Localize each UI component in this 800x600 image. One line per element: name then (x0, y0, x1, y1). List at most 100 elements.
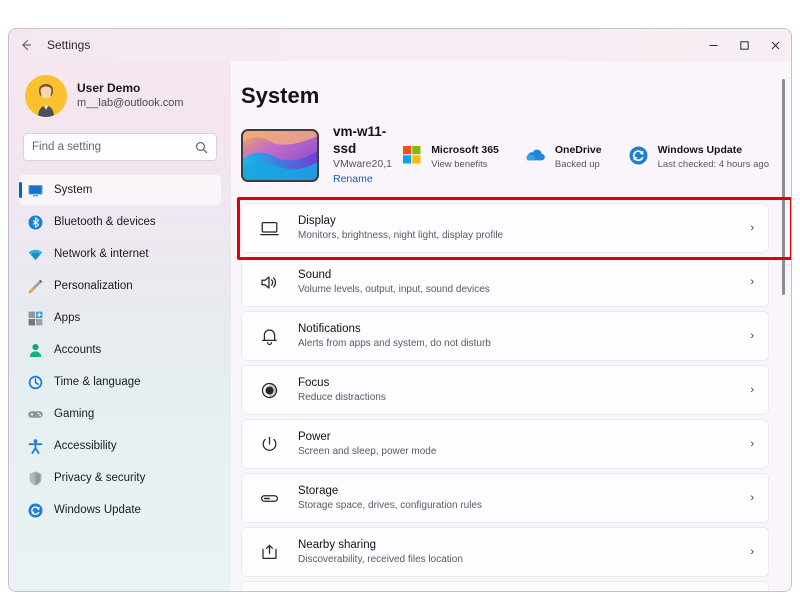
quick-link-onedrive[interactable]: OneDrive Backed up (525, 140, 602, 171)
settings-row-subtitle: Discoverability, received files location (298, 553, 463, 565)
avatar (25, 75, 67, 117)
settings-row-subtitle: Reduce distractions (298, 391, 386, 403)
close-button[interactable] (760, 29, 791, 61)
sidebar-item-label: System (54, 184, 93, 196)
settings-row-title: Sound (298, 268, 332, 281)
quick-link-windows-update[interactable]: Windows Update Last checked: 4 hours ago (628, 140, 769, 171)
chevron-right-icon: › (750, 222, 754, 234)
sidebar-item-system[interactable]: System (19, 175, 221, 205)
window-body: User Demo m__lab@outlook.com System Bluet… (9, 61, 791, 591)
onedrive-cloud-icon (525, 145, 546, 166)
settings-row-nearby-sharing[interactable]: Nearby sharing Discoverability, received … (241, 527, 769, 577)
user-avatar-icon (25, 75, 67, 117)
sidebar-item-personalization[interactable]: Personalization (19, 271, 221, 301)
brush-icon (27, 278, 44, 295)
sidebar-item-label: Gaming (54, 408, 95, 420)
quick-link-title: Microsoft 365 (431, 143, 499, 156)
sidebar-item-time-language[interactable]: Time & language (19, 367, 221, 397)
title-bar: Settings (9, 29, 791, 61)
settings-row-notifications[interactable]: Notifications Alerts from apps and system… (241, 311, 769, 361)
sidebar-item-accounts[interactable]: Accounts (19, 335, 221, 365)
monitor-icon (27, 182, 44, 199)
chevron-right-icon: › (750, 276, 754, 288)
bluetooth-icon (27, 214, 44, 231)
settings-row-multitasking[interactable]: Multitasking› (241, 581, 769, 591)
update-icon (629, 146, 648, 164)
sidebar-item-gaming[interactable]: Gaming (19, 399, 221, 429)
quick-link-title: Windows Update (657, 143, 743, 156)
quick-link-subtitle: Last checked: 4 hours ago (657, 158, 769, 170)
microsoft-logo-icon (401, 145, 422, 166)
close-icon (771, 41, 780, 49)
vertical-scrollbar[interactable] (782, 79, 785, 295)
sidebar-item-label: Accounts (54, 344, 102, 356)
rename-link[interactable]: Rename (333, 172, 401, 187)
settings-row-sound[interactable]: Sound Volume levels, output, input, sound… (241, 257, 769, 307)
sidebar-item-windows-update[interactable]: Windows Update (19, 495, 221, 525)
settings-row-power[interactable]: Power Screen and sleep, power mode › (241, 419, 769, 469)
sound-icon (260, 275, 276, 289)
minimize-button[interactable] (698, 29, 729, 61)
bell-icon (261, 328, 277, 345)
settings-row-subtitle: Storage space, drives, configuration rul… (298, 499, 482, 511)
sidebar-item-apps[interactable]: Apps (19, 303, 221, 333)
sidebar-item-accessibility[interactable]: Accessibility (19, 431, 221, 461)
account-name: User Demo (77, 81, 141, 95)
sidebar-item-label: Time & language (54, 376, 141, 388)
clock-icon (28, 375, 43, 389)
settings-row-subtitle: Volume levels, output, input, sound devi… (298, 283, 490, 295)
sidebar-item-privacy-security[interactable]: Privacy & security (19, 463, 221, 493)
settings-row-title: Notifications (298, 322, 361, 335)
accessibility-icon (27, 438, 44, 455)
settings-row-focus[interactable]: Focus Reduce distractions › (241, 365, 769, 415)
search-box[interactable] (23, 133, 217, 161)
apps-icon (28, 311, 43, 325)
chevron-right-icon: › (750, 438, 754, 450)
microsoft-logo-icon (402, 146, 421, 164)
shield-icon (29, 470, 42, 486)
back-button[interactable] (9, 29, 43, 61)
person-icon (27, 342, 44, 359)
sidebar-item-label: Privacy & security (54, 472, 146, 484)
chevron-right-icon: › (750, 546, 754, 558)
accessibility-icon (28, 438, 43, 454)
bluetooth-icon (28, 215, 43, 229)
window-title: Settings (47, 38, 91, 52)
onedrive-cloud-icon (526, 149, 545, 161)
power-icon (258, 434, 280, 455)
focus-icon (258, 380, 280, 401)
settings-row-display[interactable]: Display Monitors, brightness, night light… (241, 203, 769, 253)
sidebar-item-bluetooth-devices[interactable]: Bluetooth & devices (19, 207, 221, 237)
device-name: vm-w11-ssd (333, 124, 387, 156)
chevron-right-icon: › (750, 492, 754, 504)
quick-link-subtitle: View benefits (431, 158, 488, 170)
wifi-icon (27, 246, 44, 263)
minimize-icon (709, 44, 718, 46)
shield-icon (27, 470, 44, 487)
chevron-right-icon: › (750, 330, 754, 342)
settings-row-subtitle: Monitors, brightness, night light, displ… (298, 229, 504, 241)
apps-icon (27, 310, 44, 327)
quick-link-microsoft-365[interactable]: Microsoft 365 View benefits (401, 140, 499, 171)
search-input[interactable] (32, 134, 195, 160)
settings-row-title: Storage (298, 484, 339, 497)
sidebar-item-label: Windows Update (54, 504, 141, 516)
gamepad-icon (28, 410, 43, 418)
storage-icon (258, 488, 280, 509)
sidebar-item-label: Personalization (54, 280, 133, 292)
nearby-share-icon (258, 542, 280, 563)
account-block[interactable]: User Demo m__lab@outlook.com (19, 61, 221, 117)
settings-row-title: Display (298, 214, 336, 227)
update-icon (27, 502, 44, 519)
sound-icon (258, 272, 280, 293)
maximize-button[interactable] (729, 29, 760, 61)
sidebar-item-network-internet[interactable]: Network & internet (19, 239, 221, 269)
clock-icon (27, 374, 44, 391)
person-icon (29, 343, 42, 357)
update-icon (628, 145, 649, 166)
main-panel: System vm-w11-ssd VMware20,1 Rename Micr… (231, 61, 791, 591)
gamepad-icon (27, 406, 44, 423)
quick-link-title: OneDrive (554, 143, 602, 156)
settings-row-storage[interactable]: Storage Storage space, drives, configurat… (241, 473, 769, 523)
power-icon (262, 436, 276, 451)
